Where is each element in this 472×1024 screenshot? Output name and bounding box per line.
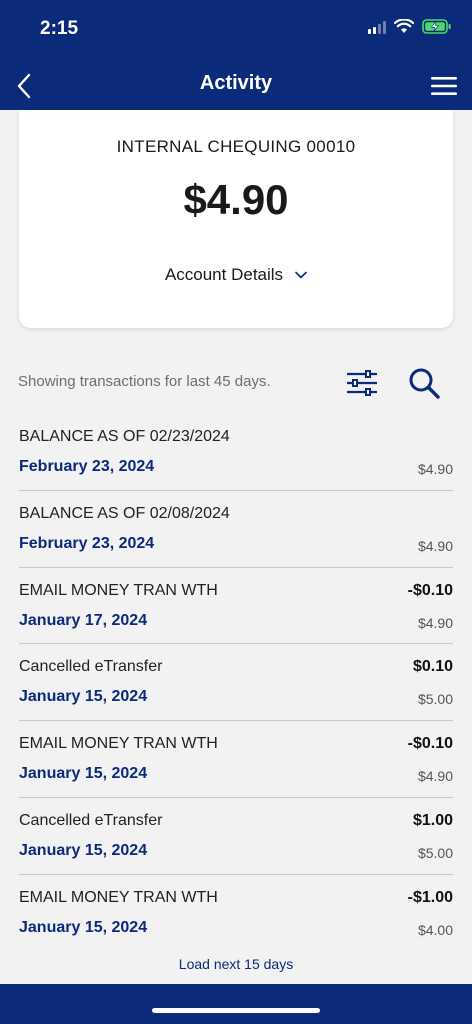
filter-sliders-icon: [347, 370, 377, 396]
page-title: Activity: [199, 72, 273, 94]
transaction-date: January 17, 2024: [19, 611, 148, 629]
transaction-balance: $5.00: [417, 691, 453, 708]
home-indicator[interactable]: [152, 1008, 320, 1013]
account-details-label: Account Details: [164, 265, 284, 284]
transaction-row[interactable]: Cancelled eTransfer January 15, 2024 $1.…: [19, 798, 453, 875]
battery-charging-icon: [422, 19, 451, 34]
transaction-row[interactable]: Cancelled eTransfer January 15, 2024 $0.…: [19, 644, 453, 722]
account-balance: $4.90: [183, 176, 289, 223]
transaction-date: January 15, 2024: [19, 841, 148, 859]
status-bar: 2:15: [0, 0, 472, 58]
account-details-toggle[interactable]: Account Details: [19, 265, 453, 285]
wifi-icon: [394, 19, 414, 33]
transaction-row[interactable]: BALANCE AS OF 02/08/2024 February 23, 20…: [19, 491, 453, 568]
hamburger-menu-icon: [431, 77, 457, 95]
transaction-date: February 23, 2024: [19, 534, 155, 552]
transaction-date: January 15, 2024: [19, 688, 148, 706]
filter-summary: Showing transactions for last 45 days.: [18, 373, 271, 390]
menu-button[interactable]: [426, 68, 462, 104]
filter-button[interactable]: [345, 368, 379, 398]
search-button[interactable]: [407, 366, 441, 400]
transaction-balance: $4.90: [417, 461, 453, 477]
transaction-balance: $4.90: [417, 614, 453, 631]
load-more-link[interactable]: Load next 15 days: [0, 956, 472, 972]
search-icon: [409, 368, 440, 399]
status-icons: [368, 19, 452, 34]
transaction-list: BALANCE AS OF 02/23/2024 February 23, 20…: [19, 414, 453, 952]
transaction-row[interactable]: BALANCE AS OF 02/23/2024 February 23, 20…: [19, 414, 453, 491]
chevron-down-icon: [295, 271, 307, 279]
nav-bar: Activity: [0, 58, 472, 110]
transaction-row[interactable]: EMAIL MONEY TRAN WTH January 15, 2024 -$…: [19, 875, 453, 952]
transaction-amount: -$0.10: [407, 581, 453, 599]
transaction-amount: $1.00: [412, 811, 453, 829]
transaction-description: EMAIL MONEY TRAN WTH: [19, 735, 218, 753]
status-time: 2:15: [40, 18, 79, 39]
transaction-balance: $4.90: [417, 537, 453, 554]
cellular-signal-icon: [368, 20, 386, 34]
transaction-amount: $0.10: [412, 658, 453, 676]
transaction-date: January 15, 2024: [19, 918, 148, 936]
transaction-description: EMAIL MONEY TRAN WTH: [19, 888, 218, 906]
transaction-amount: -$1.00: [407, 888, 453, 906]
transaction-row[interactable]: EMAIL MONEY TRAN WTH January 15, 2024 -$…: [19, 721, 453, 798]
transaction-description: EMAIL MONEY TRAN WTH: [19, 581, 218, 599]
transaction-balance: $4.90: [417, 768, 453, 785]
filter-row: Showing transactions for last 45 days.: [18, 364, 454, 404]
transaction-description: Cancelled eTransfer: [19, 658, 163, 676]
transaction-amount: -$0.10: [407, 735, 453, 753]
transaction-balance: $4.00: [417, 921, 453, 938]
transaction-description: Cancelled eTransfer: [19, 811, 163, 829]
bottom-bar: [0, 984, 472, 1024]
transaction-description: BALANCE AS OF 02/23/2024: [19, 428, 230, 445]
transaction-row[interactable]: EMAIL MONEY TRAN WTH January 17, 2024 -$…: [19, 568, 453, 645]
transaction-date: February 23, 2024: [19, 458, 155, 475]
account-card: INTERNAL CHEQUING 00010 $4.90 Account De…: [19, 110, 453, 328]
account-name: INTERNAL CHEQUING 00010: [116, 137, 356, 156]
transaction-balance: $5.00: [417, 844, 453, 861]
transaction-description: BALANCE AS OF 02/08/2024: [19, 504, 230, 522]
transaction-date: January 15, 2024: [19, 765, 148, 783]
